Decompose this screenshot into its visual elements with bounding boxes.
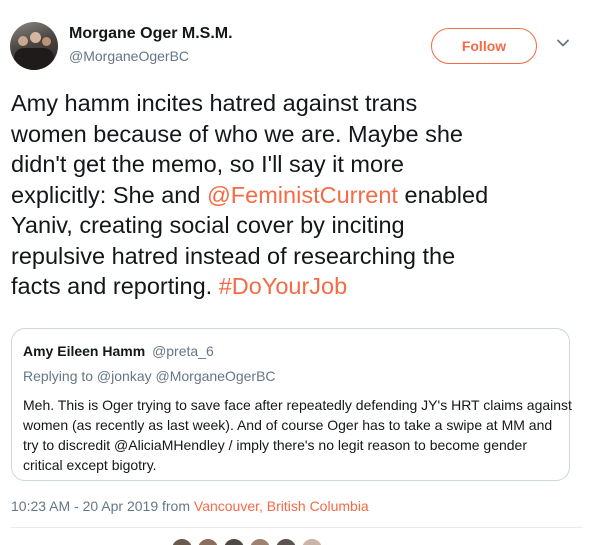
- quoted-tweet[interactable]: Amy Eileen Hamm @preta_6 Replying to @jo…: [11, 328, 572, 481]
- avatar[interactable]: [10, 22, 58, 70]
- quoted-author-name: Amy Eileen Hamm: [23, 343, 146, 359]
- tweet-line: repulsive hatred instead of researching …: [11, 242, 456, 269]
- tweet-text-segment: explicitly: She and: [11, 181, 207, 208]
- liker-avatar[interactable]: [300, 537, 324, 545]
- tweet-line: Yaniv, creating social cover by inciting: [11, 212, 405, 238]
- tweet-text-segment: facts and reporting.: [11, 273, 219, 299]
- tweet-line: Amy hamm incites hatred against trans: [11, 90, 418, 116]
- quoted-line: Meh. This is Oger trying to save face af…: [23, 397, 572, 413]
- tweet-line: facts and reporting. #DoYourJob: [11, 271, 586, 302]
- tweet-timestamp[interactable]: 10:23 AM - 20 Apr 2019: [11, 498, 158, 514]
- liker-avatar[interactable]: [248, 537, 272, 545]
- tweet-line: didn't get the memo, so I'll say it more: [11, 151, 404, 177]
- tweet-location[interactable]: Vancouver, British Columbia: [194, 498, 369, 514]
- chevron-down-icon[interactable]: [556, 36, 570, 50]
- tweet-text-segment: enabled: [397, 181, 489, 208]
- tweet-line: explicitly: She and @FeministCurrent ena…: [11, 180, 586, 211]
- quoted-replying-to: Replying to @jonkay @MorganeOgerBC: [23, 368, 276, 384]
- quoted-line: women (as recently as last week). And of…: [23, 417, 553, 433]
- tweet-line: women because of who we are. Maybe she: [11, 120, 463, 147]
- tweet-metadata: 10:23 AM - 20 Apr 2019 from Vancouver, B…: [11, 498, 369, 514]
- liker-avatar[interactable]: [222, 537, 246, 545]
- quoted-line: critical except bigotry.: [23, 457, 157, 473]
- tweet-header: Morgane Oger M.S.M. @MorganeOgerBC Follo…: [10, 22, 583, 74]
- tweet-text: Amy hamm incites hatred against trans wo…: [11, 88, 586, 302]
- liker-avatar[interactable]: [196, 537, 220, 545]
- author-handle[interactable]: @MorganeOgerBC: [69, 46, 233, 66]
- quoted-author: Amy Eileen Hamm @preta_6: [23, 343, 214, 359]
- quoted-text: Meh. This is Oger trying to save face af…: [23, 395, 572, 475]
- author-display-name[interactable]: Morgane Oger M.S.M.: [69, 24, 233, 44]
- hashtag-link[interactable]: #DoYourJob: [219, 273, 347, 299]
- author-names[interactable]: Morgane Oger M.S.M. @MorganeOgerBC: [69, 24, 233, 66]
- liker-avatar[interactable]: [170, 537, 194, 545]
- mention-link[interactable]: @FeministCurrent: [207, 182, 398, 208]
- follow-button[interactable]: Follow: [431, 28, 537, 64]
- liker-avatar[interactable]: [274, 537, 298, 545]
- quoted-line: try to discredit @AliciaMHendley / imply…: [23, 437, 528, 453]
- divider: [11, 527, 583, 528]
- quoted-author-handle: @preta_6: [152, 343, 214, 359]
- meta-from: from: [158, 498, 194, 514]
